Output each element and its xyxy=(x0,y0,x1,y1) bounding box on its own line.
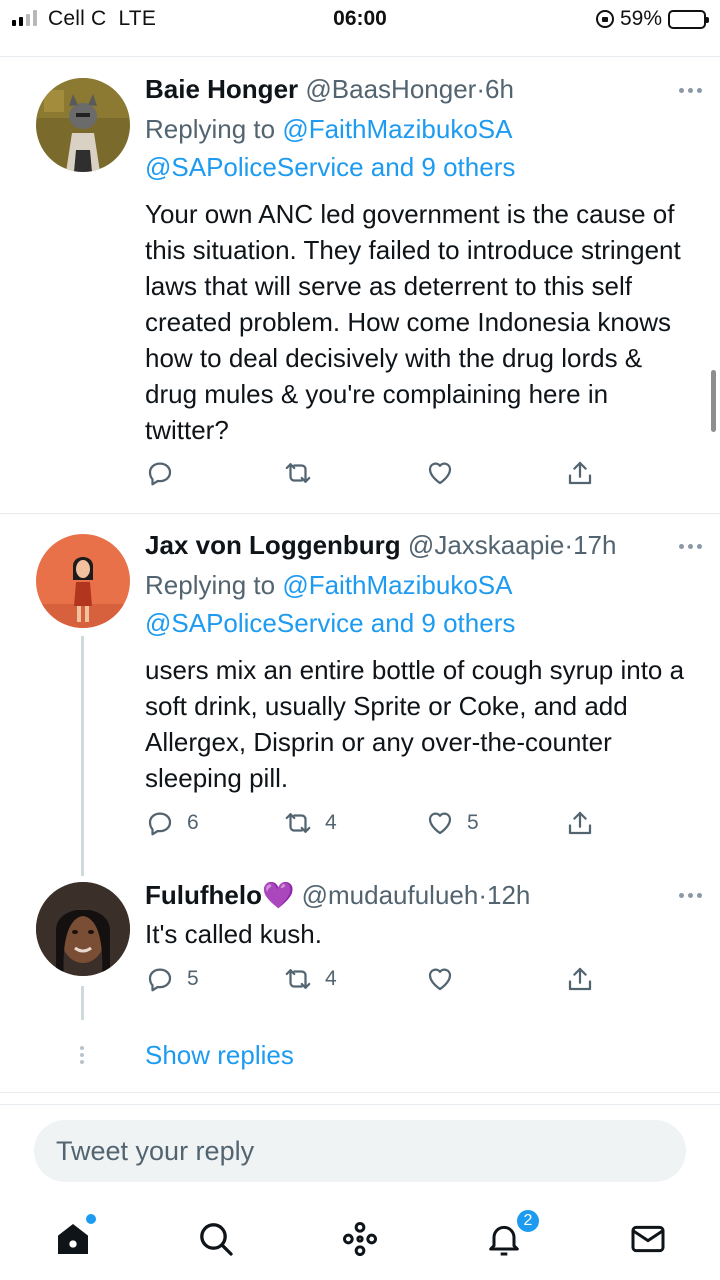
handle[interactable]: @Jaxskaapie xyxy=(408,530,564,560)
reply-button[interactable]: 6 xyxy=(145,808,199,838)
heart-icon xyxy=(428,968,452,991)
scrollbar[interactable] xyxy=(711,370,716,432)
timestamp[interactable]: 17h xyxy=(573,530,616,560)
like-button[interactable] xyxy=(425,964,467,994)
retweet-button[interactable]: 4 xyxy=(283,964,337,994)
timestamp[interactable]: 12h xyxy=(487,880,530,910)
display-name[interactable]: Jax von Loggenburg xyxy=(145,530,401,560)
tweet-text: Your own ANC led government is the cause… xyxy=(145,199,681,445)
retweet-icon xyxy=(285,463,311,483)
reply-input[interactable] xyxy=(56,1120,656,1182)
like-button[interactable] xyxy=(425,458,467,488)
mention-link[interactable]: @FaithMazibukoSA xyxy=(282,114,512,144)
heart-icon xyxy=(428,812,452,835)
new-content-dot xyxy=(86,1214,96,1224)
bottom-nav: 2 xyxy=(0,1200,720,1280)
reply-button[interactable] xyxy=(145,458,187,488)
mention-link[interactable]: @SAPoliceService and 9 others xyxy=(145,152,515,182)
like-button[interactable]: 5 xyxy=(425,808,479,838)
thread-continuation-icon xyxy=(80,1046,84,1064)
retweet-count: 4 xyxy=(325,811,337,834)
avatar[interactable] xyxy=(36,882,130,976)
divider xyxy=(0,1104,720,1105)
spaces-icon xyxy=(343,1222,378,1257)
retweet-icon xyxy=(285,969,311,989)
retweet-count: 4 xyxy=(325,967,337,990)
like-count: 5 xyxy=(467,811,479,834)
share-icon xyxy=(568,461,592,485)
heart-icon xyxy=(428,462,452,485)
separator: · xyxy=(564,530,574,560)
tweet-header: Fulufhelo💜 @mudaufulueh·12h xyxy=(145,880,530,911)
reply-count: 6 xyxy=(187,811,199,834)
avatar[interactable] xyxy=(36,534,130,628)
reply-icon xyxy=(148,968,172,992)
heart-emoji: 💜 xyxy=(261,880,295,910)
timestamp[interactable]: 6h xyxy=(485,74,514,104)
tweet-text: It's called kush. xyxy=(145,919,322,949)
mention-link[interactable]: @FaithMazibukoSA xyxy=(282,570,512,600)
reply-box xyxy=(34,1120,686,1182)
retweet-button[interactable] xyxy=(283,458,325,488)
show-replies-link[interactable]: Show replies xyxy=(145,1040,294,1071)
replying-label: Replying to xyxy=(145,570,276,600)
orientation-lock-icon xyxy=(595,10,614,28)
display-name[interactable]: Fulufhelo xyxy=(145,880,262,910)
nav-messages[interactable] xyxy=(623,1214,673,1264)
nav-notifications[interactable]: 2 xyxy=(479,1208,541,1264)
nav-spaces[interactable] xyxy=(335,1214,385,1264)
more-options-icon[interactable] xyxy=(679,544,702,549)
status-bar: Cell C LTE 06:00 59% xyxy=(0,0,720,40)
reply-icon xyxy=(148,812,172,836)
more-options-icon[interactable] xyxy=(679,88,702,93)
reply-count: 5 xyxy=(187,967,199,990)
home-icon xyxy=(58,1224,88,1254)
tweet-header: Baie Honger @BaasHonger·6h xyxy=(145,74,514,105)
separator: · xyxy=(478,880,487,910)
battery-icon xyxy=(668,9,709,29)
share-icon xyxy=(568,967,592,991)
mention-link[interactable]: @SAPoliceService and 9 others xyxy=(145,608,515,638)
nav-search[interactable] xyxy=(191,1214,241,1264)
handle[interactable]: @mudaufulueh xyxy=(302,880,479,910)
share-button[interactable] xyxy=(565,808,595,838)
handle[interactable]: @BaasHonger xyxy=(305,74,476,104)
retweet-icon xyxy=(285,813,311,833)
display-name[interactable]: Baie Honger xyxy=(145,74,298,104)
share-icon xyxy=(568,811,592,835)
divider xyxy=(0,56,720,57)
messages-icon xyxy=(631,1225,665,1253)
divider xyxy=(0,513,720,514)
search-icon xyxy=(200,1223,233,1256)
battery-percent: 59% xyxy=(619,7,662,30)
separator: · xyxy=(476,74,485,104)
reply-icon xyxy=(148,462,172,486)
tweet-actions: 5 4 xyxy=(145,964,605,994)
notifications-badge: 2 xyxy=(515,1208,541,1234)
replying-to: Replying to @FaithMazibukoSA @SAPoliceSe… xyxy=(145,110,685,186)
avatar[interactable] xyxy=(36,78,130,172)
divider xyxy=(0,1092,720,1093)
status-right: 59% xyxy=(595,7,709,31)
retweet-button[interactable]: 4 xyxy=(283,808,337,838)
reply-button[interactable]: 5 xyxy=(145,964,199,994)
share-button[interactable] xyxy=(565,964,595,994)
share-button[interactable] xyxy=(565,458,595,488)
nav-home[interactable] xyxy=(48,1214,98,1264)
thread-line xyxy=(81,986,84,1020)
tweet-actions: 6 4 5 xyxy=(145,808,605,838)
thread-line xyxy=(81,636,84,876)
tweet-actions xyxy=(145,458,605,488)
replying-to: Replying to @FaithMazibukoSA @SAPoliceSe… xyxy=(145,566,685,642)
tweet-header: Jax von Loggenburg @Jaxskaapie·17h xyxy=(145,530,616,561)
tweet-text: users mix an entire bottle of cough syru… xyxy=(145,655,685,793)
replying-label: Replying to xyxy=(145,114,276,144)
more-options-icon[interactable] xyxy=(679,893,702,898)
